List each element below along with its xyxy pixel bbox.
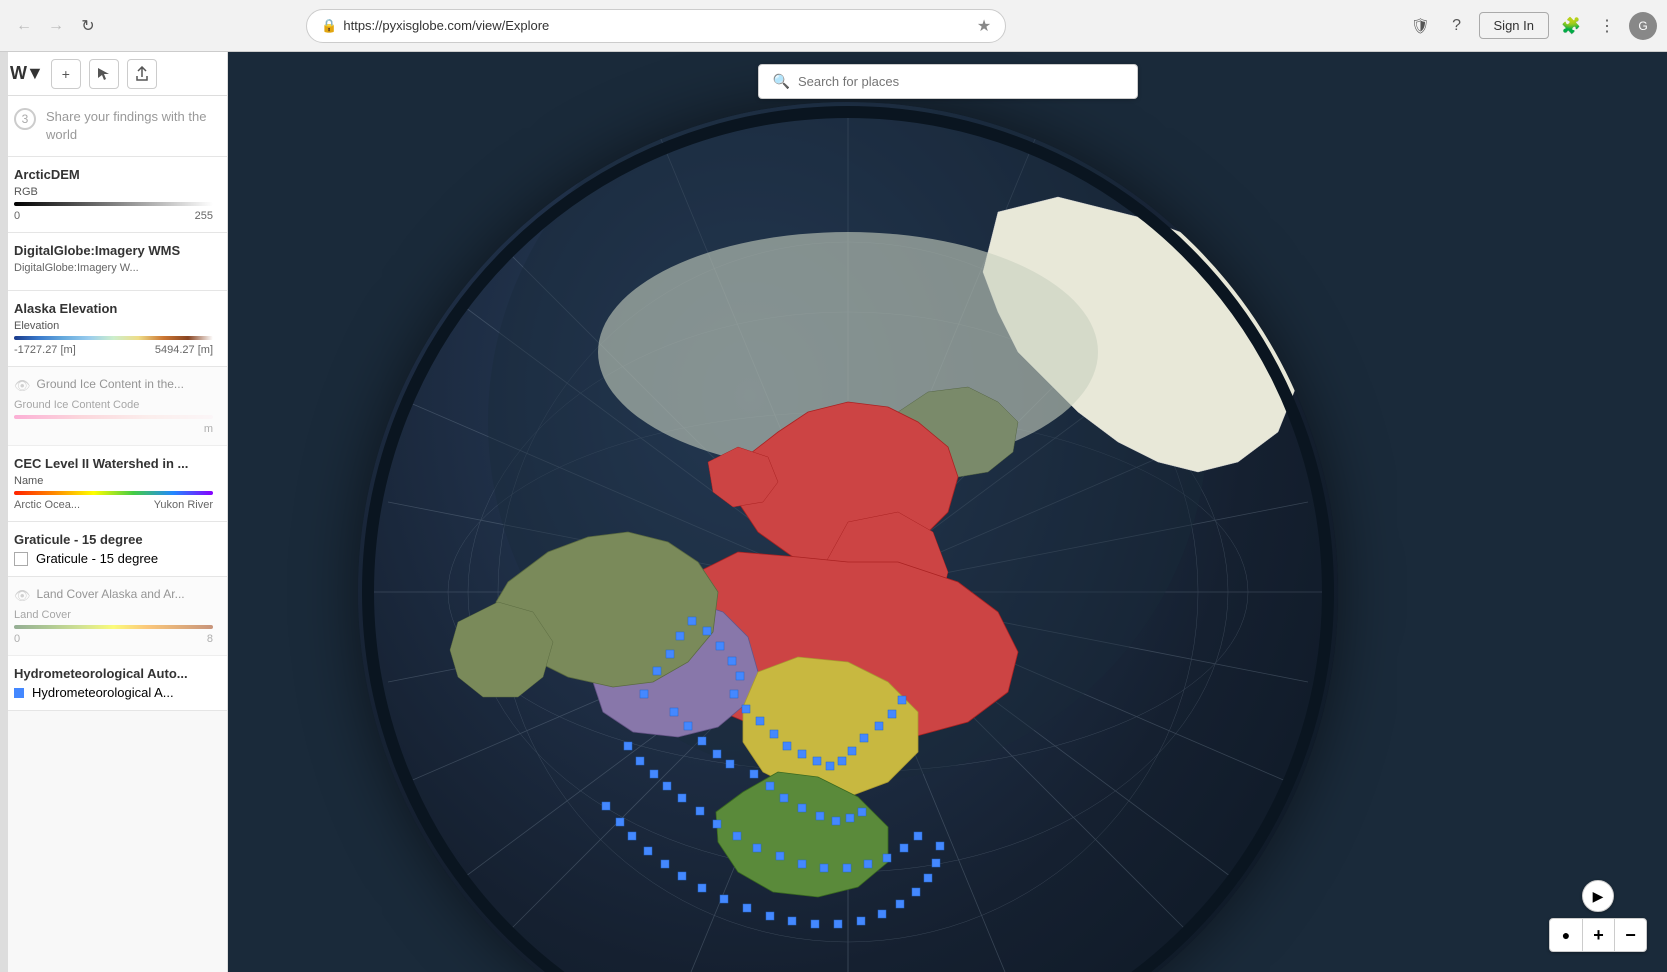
compass-button[interactable]: ▶ <box>1582 880 1614 912</box>
main-container: W▼ + 3 Share your findings with the worl… <box>0 52 1667 972</box>
land-cover-title: Land Cover Alaska and Ar... <box>37 587 185 601</box>
hydro-label: Hydrometeorological A... <box>32 685 174 700</box>
arcticdem-range: 0 255 <box>14 210 213 222</box>
ground-ice-range: m <box>14 423 213 435</box>
ground-ice-label: Ground Ice Content Code <box>14 399 213 411</box>
help-button[interactable]: ? <box>1443 12 1471 40</box>
sidebar-divider[interactable] <box>0 52 8 972</box>
digitalglobe-subtitle: DigitalGlobe:Imagery W... <box>14 262 213 274</box>
cec-colorbar <box>14 491 213 495</box>
globe-container <box>228 52 1667 972</box>
alaska-elev-min: -1727.27 [m] <box>14 344 76 356</box>
arcticdem-title: ArcticDEM <box>14 167 213 182</box>
share-button[interactable] <box>127 59 157 89</box>
add-layer-button[interactable]: + <box>51 59 81 89</box>
cec-label: Name <box>14 475 213 487</box>
graticule-checkbox[interactable] <box>14 552 28 566</box>
ground-ice-colorbar <box>14 415 213 419</box>
nav-buttons: ← → ↻ <box>10 12 102 40</box>
land-cover-max: 8 <box>207 633 213 645</box>
extensions-button[interactable]: 🧩 <box>1557 12 1585 40</box>
graticule-item: Graticule - 15 degree <box>14 551 213 566</box>
step-number: 3 <box>14 108 36 130</box>
cec-max: Yukon River <box>154 499 213 511</box>
home-button[interactable]: ● <box>1550 919 1582 951</box>
home-icon: ● <box>1562 927 1570 943</box>
search-input[interactable] <box>798 74 1123 89</box>
arcticdem-min: 0 <box>14 210 20 222</box>
arcticdem-max: 255 <box>195 210 213 222</box>
cec-title: CEC Level II Watershed in ... <box>14 456 213 471</box>
security-icon: 🔒 <box>321 18 337 34</box>
hydro-item: Hydrometeorological A... <box>14 685 213 700</box>
hydro-dot-icon <box>14 688 24 698</box>
compass-icon: ▶ <box>1593 888 1604 905</box>
zoom-in-button[interactable]: + <box>1582 919 1614 951</box>
alaska-elev-range: -1727.27 [m] 5494.27 [m] <box>14 344 213 356</box>
layer-hydro: Hydrometeorological Auto... Hydrometeoro… <box>0 656 227 711</box>
share-icon <box>134 66 150 82</box>
sidebar-toolbar: W▼ + <box>0 52 227 96</box>
bookmark-button[interactable]: ★ <box>977 16 991 36</box>
browser-chrome: ← → ↻ 🔒 https://pyxisglobe.com/view/Expl… <box>0 0 1667 52</box>
layer-cec-watershed: CEC Level II Watershed in ... Name Arcti… <box>0 446 227 522</box>
zoom-group: ● + − <box>1549 918 1647 952</box>
alaska-elev-label: Elevation <box>14 320 213 332</box>
step-card: 3 Share your findings with the world <box>0 96 227 157</box>
map-controls: ▶ ● + − <box>1549 880 1647 952</box>
graticule-title: Graticule - 15 degree <box>14 532 213 547</box>
alaska-elev-max: 5494.27 [m] <box>155 344 213 356</box>
layer-alaska-elevation: Alaska Elevation Elevation -1727.27 [m] … <box>0 291 227 367</box>
menu-button[interactable]: ⋮ <box>1593 12 1621 40</box>
alaska-elev-title: Alaska Elevation <box>14 301 213 316</box>
layer-arcticdem: ArcticDEM RGB 0 255 <box>0 157 227 233</box>
address-bar[interactable]: 🔒 https://pyxisglobe.com/view/Explore ★ <box>306 9 1006 43</box>
sidebar: W▼ + 3 Share your findings with the worl… <box>0 52 228 972</box>
layer-ground-ice: 👁 Ground Ice Content in the... Ground Ic… <box>0 367 227 446</box>
sign-in-button[interactable]: Sign In <box>1479 12 1549 39</box>
hydro-title: Hydrometeorological Auto... <box>14 666 213 681</box>
cec-range: Arctic Ocea... Yukon River <box>14 499 213 511</box>
arcticdem-label: RGB <box>14 186 213 198</box>
profile-avatar[interactable]: G <box>1629 12 1657 40</box>
cursor-icon <box>96 66 112 82</box>
land-cover-colorbar <box>14 625 213 629</box>
forward-button[interactable]: → <box>42 12 70 40</box>
alaska-elev-colorbar <box>14 336 213 340</box>
url-text: https://pyxisglobe.com/view/Explore <box>343 18 970 33</box>
ground-ice-max: m <box>204 423 213 435</box>
cursor-tool-button[interactable] <box>89 59 119 89</box>
land-cover-range: 0 8 <box>14 633 213 645</box>
land-cover-label: Land Cover <box>14 609 213 621</box>
layer-land-cover: 👁 Land Cover Alaska and Ar... Land Cover… <box>0 577 227 656</box>
zoom-out-button[interactable]: − <box>1614 919 1646 951</box>
search-icon: 🔍 <box>773 73 790 90</box>
reload-button[interactable]: ↻ <box>74 12 102 40</box>
globe-svg <box>358 102 1338 972</box>
step-text: Share your findings with the world <box>46 108 213 144</box>
ground-ice-title: Ground Ice Content in the... <box>37 377 184 391</box>
toolbar-right: 🛡? Sign In 🧩 ⋮ G <box>1407 12 1657 40</box>
land-cover-min: 0 <box>14 633 20 645</box>
layer-graticule: Graticule - 15 degree Graticule - 15 deg… <box>0 522 227 577</box>
map-area[interactable]: ▶ ● + − 🔍 <box>228 52 1667 972</box>
map-search-bar[interactable]: 🔍 <box>758 64 1138 99</box>
land-cover-eye-icon: 👁 <box>14 588 31 604</box>
layer-digitalglobe: DigitalGlobe:Imagery WMS DigitalGlobe:Im… <box>0 233 227 291</box>
back-button[interactable]: ← <box>10 12 38 40</box>
graticule-label: Graticule - 15 degree <box>36 551 158 566</box>
arcticdem-colorbar <box>14 202 213 206</box>
globe <box>358 102 1338 972</box>
ground-ice-eye-icon: 👁 <box>14 378 31 394</box>
shield-button[interactable]: 🛡 <box>1407 12 1435 40</box>
app-logo: W▼ <box>10 63 43 84</box>
cec-min: Arctic Ocea... <box>14 499 80 511</box>
digitalglobe-title: DigitalGlobe:Imagery WMS <box>14 243 213 258</box>
